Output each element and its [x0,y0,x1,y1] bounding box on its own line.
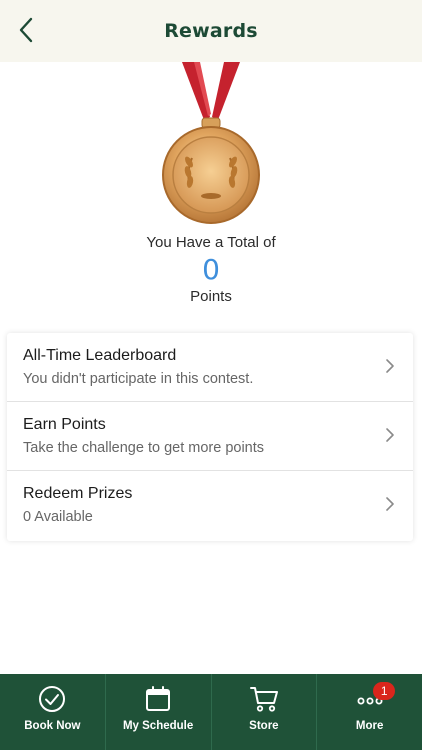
tab-label: Store [249,720,279,732]
menu-item-subtitle: You didn't participate in this contest. [23,371,254,387]
bottom-tab-bar: Book Now My Schedule Store 1 More [0,674,422,750]
tab-more[interactable]: 1 More [317,674,422,750]
menu-item-subtitle: 0 Available [23,509,93,525]
tab-label: Book Now [24,720,81,732]
tab-label: More [355,720,384,732]
chevron-left-icon [19,17,33,43]
menu-item-leaderboard[interactable]: All-Time Leaderboard You didn't particip… [7,333,413,402]
back-button[interactable] [8,12,44,48]
chevron-right-icon [386,359,394,373]
cart-icon [249,684,279,714]
page-title: Rewards [164,20,258,42]
menu-item-subtitle: Take the challenge to get more points [23,440,265,456]
header: Rewards [0,0,422,62]
chevron-right-icon [386,497,394,511]
menu-item-earn-points[interactable]: Earn Points Take the challenge to get mo… [7,402,413,471]
menu-item-title: All-Time Leaderboard [23,347,177,364]
chevron-right-icon [386,428,394,442]
total-label: You Have a Total of [146,234,276,251]
points-value: 0 [202,253,220,286]
tab-label: My Schedule [122,720,194,732]
notification-badge: 1 [373,682,396,700]
tab-book-now[interactable]: Book Now [0,674,106,750]
calendar-icon [143,684,173,714]
menu-item-title: Earn Points [23,416,106,433]
medal-image [150,62,272,232]
menu-item-redeem-prizes[interactable]: Redeem Prizes 0 Available [7,471,413,540]
check-circle-icon [37,684,67,714]
menu-item-title: Redeem Prizes [23,485,133,502]
rewards-menu: All-Time Leaderboard You didn't particip… [7,333,413,541]
points-label: Points [190,288,232,305]
tab-store[interactable]: Store [212,674,318,750]
tab-my-schedule[interactable]: My Schedule [106,674,212,750]
